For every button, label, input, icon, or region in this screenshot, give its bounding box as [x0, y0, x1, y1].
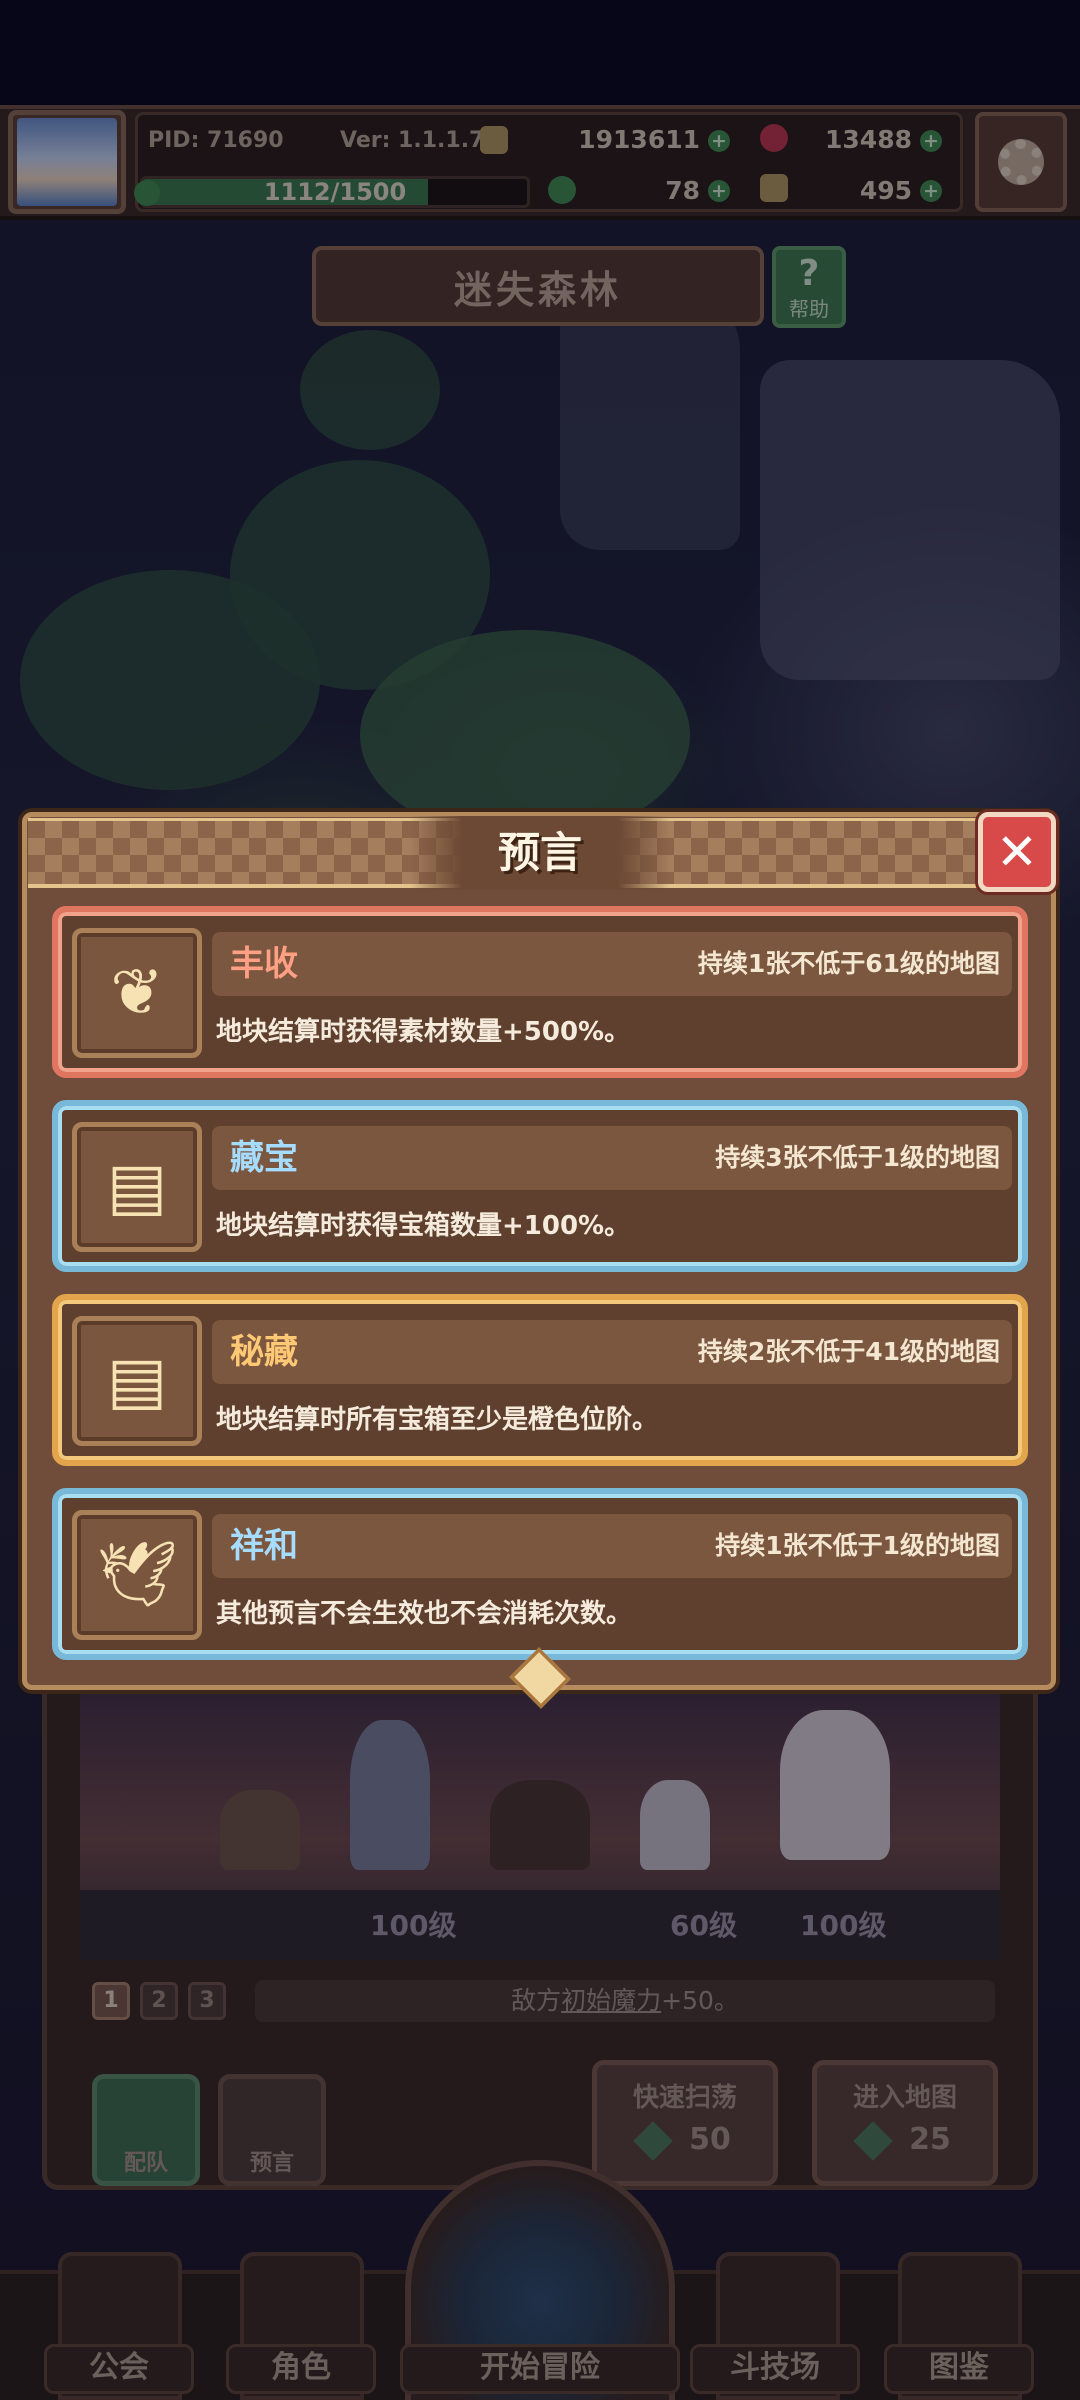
prophecy-name: 藏宝: [230, 1138, 298, 1178]
scroll-icon: ▤: [72, 1316, 202, 1446]
harvest-icon: ❦: [72, 928, 202, 1058]
prophecy-description: 地块结算时获得素材数量+500%。: [216, 1017, 631, 1047]
prophecy-name: 丰收: [230, 944, 298, 984]
prophecy-duration: 持续3张不低于1级的地图: [715, 1143, 1000, 1172]
prophecy-description: 地块结算时所有宝箱至少是橙色位阶。: [216, 1405, 659, 1435]
prophecy-description: 其他预言不会生效也不会消耗次数。: [216, 1599, 633, 1629]
scroll-icon: ▤: [72, 1122, 202, 1252]
prophecy-duration: 持续2张不低于41级的地图: [697, 1337, 1000, 1366]
close-button[interactable]: ✕: [978, 812, 1056, 892]
close-icon: ✕: [996, 823, 1038, 881]
prophecy-name: 秘藏: [230, 1332, 298, 1372]
modal-title: 预言: [497, 828, 582, 877]
prophecy-duration: 持续1张不低于1级的地图: [715, 1531, 1000, 1560]
prophecy-name: 祥和: [230, 1526, 298, 1566]
prophecy-duration: 持续1张不低于61级的地图: [697, 949, 1000, 978]
dove-icon: 🕊: [72, 1510, 202, 1640]
prophecy-description: 地块结算时获得宝箱数量+100%。: [216, 1211, 631, 1241]
